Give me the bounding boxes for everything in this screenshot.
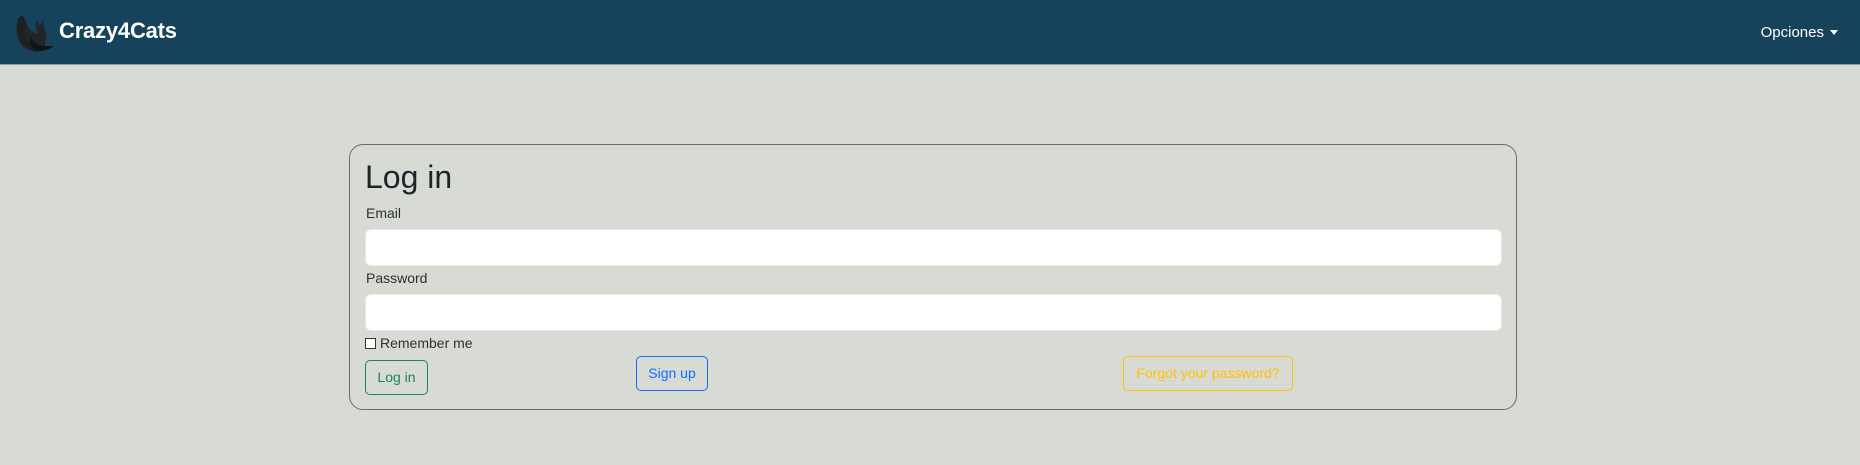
forgot-password-button[interactable]: Forgot your password? (1123, 356, 1293, 391)
caret-down-icon (1830, 30, 1838, 35)
remember-me[interactable]: Remember me (365, 335, 473, 351)
signup-button[interactable]: Sign up (636, 356, 708, 391)
password-field[interactable] (365, 294, 1502, 331)
options-dropdown[interactable]: Opciones (1761, 24, 1838, 41)
email-field[interactable] (365, 229, 1502, 266)
email-label: Email (366, 205, 402, 221)
password-label: Password (366, 270, 428, 286)
page-title: Log in (365, 159, 453, 195)
cat-silhouette-icon (16, 15, 54, 51)
login-button[interactable]: Log in (365, 360, 428, 395)
brand-link[interactable]: Crazy4Cats (12, 0, 177, 64)
options-label: Opciones (1760, 23, 1824, 41)
remember-label: Remember me (380, 335, 473, 351)
brand-name: Crazy4Cats (59, 18, 177, 43)
login-card: Log in Email Password Remember me Log in… (349, 144, 1517, 410)
top-navbar: Crazy4Cats Opciones (0, 0, 1860, 65)
remember-checkbox[interactable] (365, 337, 376, 349)
